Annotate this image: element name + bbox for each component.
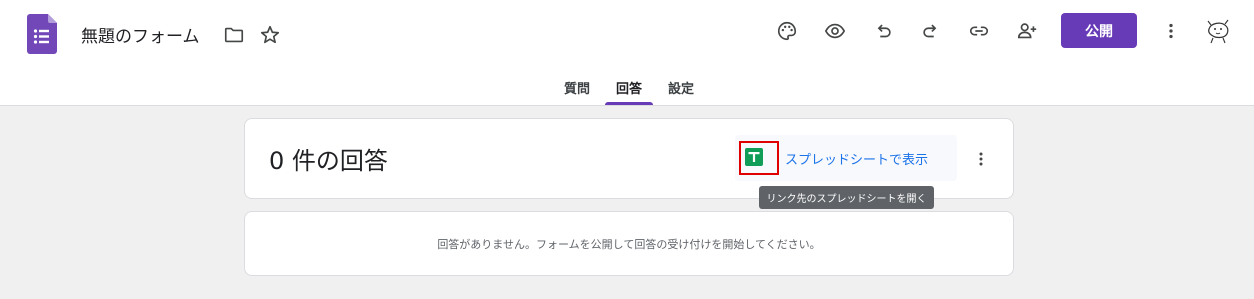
view-in-sheets-label: スプレッドシートで表示 bbox=[785, 153, 929, 168]
tab-bar: 質問 回答 設定 bbox=[0, 74, 1254, 106]
avatar[interactable] bbox=[1201, 15, 1235, 49]
add-collaborator-icon[interactable] bbox=[1013, 17, 1041, 45]
active-tab-indicator bbox=[605, 102, 653, 105]
empty-responses-card: 回答がありません。フォームを公開して回答の受け付けを開始してください。 bbox=[244, 211, 1014, 276]
app-header: 無題のフォーム 公開 質問 回答 設定 bbox=[0, 0, 1254, 106]
responses-more-icon[interactable] bbox=[971, 145, 991, 173]
publish-button[interactable]: 公開 bbox=[1061, 13, 1137, 48]
star-icon[interactable] bbox=[256, 21, 284, 49]
forms-logo-icon[interactable] bbox=[27, 14, 57, 54]
response-count: 0 件の回答 bbox=[269, 147, 388, 175]
preview-eye-icon[interactable] bbox=[821, 17, 849, 45]
tab-responses[interactable]: 回答 bbox=[616, 78, 642, 97]
link-icon[interactable] bbox=[965, 17, 993, 45]
undo-icon[interactable] bbox=[869, 17, 897, 45]
tab-questions[interactable]: 質問 bbox=[564, 78, 590, 97]
palette-icon[interactable] bbox=[773, 17, 801, 45]
folder-icon[interactable] bbox=[220, 21, 248, 49]
empty-state-message: 回答がありません。フォームを公開して回答の受け付けを開始してください。 bbox=[437, 238, 821, 251]
more-vert-icon[interactable] bbox=[1157, 17, 1185, 45]
tab-settings[interactable]: 設定 bbox=[668, 78, 694, 97]
form-title[interactable]: 無題のフォーム bbox=[81, 22, 200, 47]
tooltip: リンク先のスプレッドシートを開く bbox=[759, 186, 934, 209]
view-in-sheets-button[interactable]: スプレッドシートで表示 bbox=[735, 135, 957, 181]
sheets-icon bbox=[745, 148, 763, 166]
redo-icon[interactable] bbox=[917, 17, 945, 45]
